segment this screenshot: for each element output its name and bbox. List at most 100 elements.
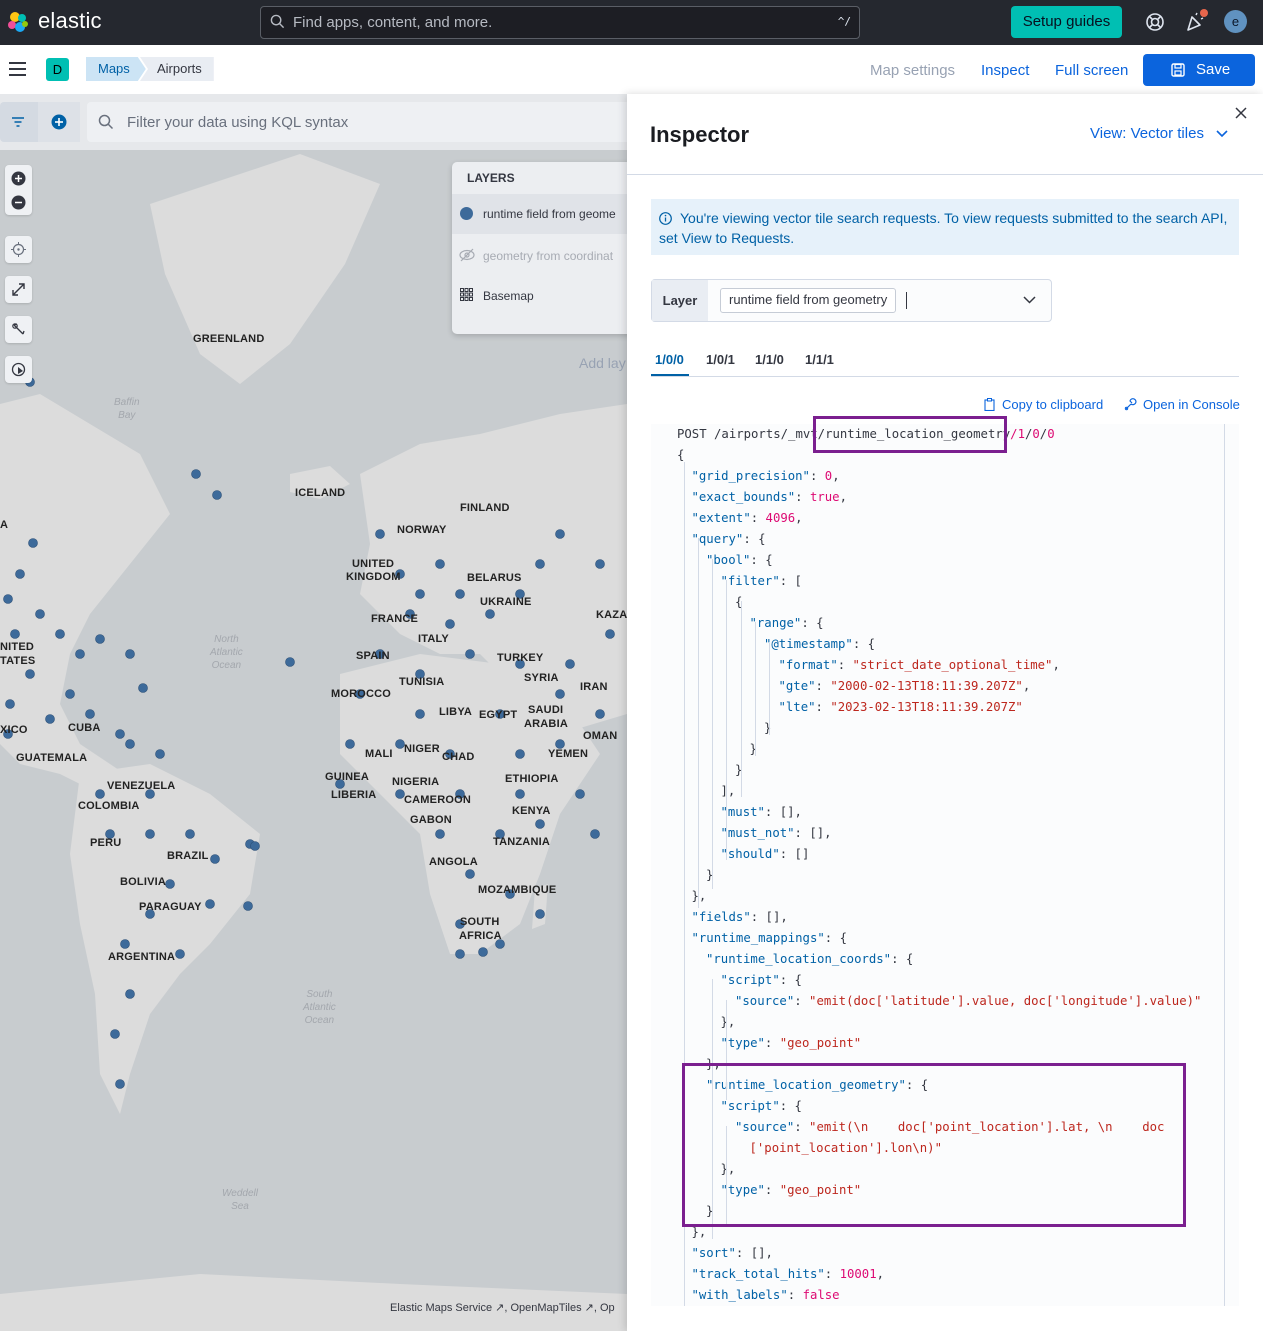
map-label: TUNISIA [399, 676, 445, 688]
global-search-input[interactable]: Find apps, content, and more. ^/ [260, 6, 860, 39]
map-label: GUINEA [325, 771, 369, 783]
zoom-controls [5, 165, 32, 215]
map-label: IRAN [580, 681, 608, 693]
timeslider-button[interactable] [5, 356, 32, 383]
save-button[interactable]: Save [1143, 54, 1255, 86]
code-line: "runtime_location_coords": { [706, 952, 914, 966]
tab-1-1-0[interactable]: 1/1/0 [755, 352, 784, 367]
map-label: MOROCCO [331, 688, 392, 700]
map-label: GABON [410, 814, 452, 826]
layer-select-label: Layer [652, 280, 708, 321]
code-line: "must": [], [720, 805, 802, 819]
layer-label: geometry from coordinat [483, 249, 614, 263]
code-line: "query": { [691, 532, 766, 546]
copy-label: Copy to clipboard [1002, 397, 1104, 412]
help-icon[interactable] [1144, 11, 1166, 33]
breadcrumb-airports: Airports [140, 57, 214, 81]
breadcrumb-maps[interactable]: Maps [86, 57, 146, 81]
elastic-logo-icon[interactable] [6, 10, 30, 34]
user-avatar[interactable]: e [1224, 10, 1247, 33]
inspect-link[interactable]: Inspect [981, 62, 1029, 79]
code-line: "with_labels": false [691, 1288, 840, 1302]
kql-search-input[interactable]: Filter your data using KQL syntax [87, 102, 627, 142]
map-query-bar: Filter your data using KQL syntax [0, 94, 627, 150]
copy-icon [984, 398, 995, 412]
map-attribution[interactable]: Elastic Maps Service ↗, OpenMapTiles ↗, … [390, 1301, 615, 1314]
search-icon [98, 114, 114, 130]
map-label: SAUDI [528, 704, 564, 716]
measure-button[interactable] [5, 316, 32, 343]
map-label: UNITED [352, 558, 395, 570]
layer-row-basemap[interactable]: Basemap [452, 275, 627, 315]
highlight-box-request-field [813, 416, 1007, 453]
map-label: CAMEROON [404, 794, 471, 806]
code-line: "bool": { [706, 553, 773, 567]
copy-to-clipboard-button[interactable]: Copy to clipboard [984, 397, 1103, 412]
chevron-down-icon[interactable] [1023, 296, 1036, 304]
grid-icon [460, 288, 473, 301]
map-label: TATES [0, 655, 36, 667]
map-label: KAZA [596, 609, 627, 621]
search-shortcut-hint: ^/ [837, 15, 851, 28]
tab-1-0-0[interactable]: 1/0/0 [655, 352, 684, 367]
crosshair-icon [11, 242, 26, 257]
map-label: ARABIA [524, 718, 568, 730]
info-callout: You're viewing vector tile search reques… [651, 199, 1239, 255]
indent-guide [769, 643, 770, 735]
layer-label: Basemap [483, 289, 534, 303]
map-label: A [0, 519, 9, 531]
full-screen-link[interactable]: Full screen [1055, 62, 1128, 79]
map-canvas[interactable]: Filter your data using KQL syntax LAYERS… [0, 94, 627, 1331]
setup-guides-button[interactable]: Setup guides [1011, 6, 1122, 38]
notification-dot [1200, 9, 1208, 17]
close-icon[interactable] [1234, 106, 1248, 120]
indent-guide [755, 622, 756, 756]
view-mode-dropdown[interactable]: View: Vector tiles [1090, 125, 1228, 142]
code-line: } [764, 721, 772, 735]
add-layer-button[interactable]: Add lay [579, 355, 626, 371]
map-settings-link[interactable]: Map settings [870, 62, 955, 79]
code-scrollbar[interactable] [1224, 424, 1225, 1306]
code-line: "grid_precision": 0, [691, 469, 840, 483]
map-label: FINLAND [460, 502, 510, 514]
map-label: AFRICA [459, 930, 502, 942]
add-filter-button[interactable] [38, 102, 80, 142]
zoom-in-icon[interactable] [11, 171, 26, 186]
map-label: ARGENTINA [108, 951, 176, 963]
ocean-label: Baffin Bay [114, 397, 140, 421]
filter-options-button[interactable] [0, 102, 38, 142]
space-avatar[interactable]: D [46, 58, 69, 81]
tab-1-0-1[interactable]: 1/0/1 [706, 352, 735, 367]
tab-1-1-1[interactable]: 1/1/1 [805, 352, 834, 367]
map-label: GREENLAND [193, 333, 265, 345]
code-line: "fields": [], [691, 910, 788, 924]
code-line: "@timestamp": { [764, 637, 876, 651]
highlight-box-runtime-geometry [682, 1063, 1186, 1227]
fit-to-data-button[interactable] [5, 276, 32, 303]
layer-select-value[interactable]: runtime field from geometry [720, 288, 897, 313]
app-toolbar: D Maps Airports Map settings Inspect Ful… [0, 45, 1263, 95]
map-label: PERU [90, 837, 122, 849]
clock-play-icon [11, 362, 26, 377]
kql-placeholder: Filter your data using KQL syntax [127, 114, 349, 131]
set-view-button[interactable] [5, 236, 32, 263]
text-cursor [906, 292, 907, 309]
map-label: YEMEN [548, 748, 589, 760]
layer-row-runtime-geometry[interactable]: runtime field from geome [452, 194, 627, 234]
map-label: BELARUS [467, 572, 522, 584]
map-label: EGYPT [479, 709, 518, 721]
open-in-console-button[interactable]: Open in Console [1124, 397, 1240, 412]
layer-select[interactable]: Layer runtime field from geometry [651, 279, 1052, 322]
inspector-flyout: Inspector View: Vector tiles You're view… [627, 94, 1263, 1331]
code-line: "gte": "2000-02-13T18:11:39.207Z", [778, 679, 1031, 693]
layer-row-geometry-coordinates[interactable]: geometry from coordinat [452, 235, 627, 275]
tile-tabs: 1/0/0 1/0/1 1/1/0 1/1/1 [651, 349, 1239, 377]
ocean-label: South Atlantic Ocean [303, 989, 336, 1026]
active-tab-indicator [651, 374, 689, 376]
indent-guide [741, 601, 742, 797]
wrench-icon [1124, 398, 1137, 411]
menu-toggle-icon[interactable] [9, 62, 26, 76]
tile-z: 1 [1017, 427, 1025, 441]
zoom-out-icon[interactable] [11, 195, 26, 210]
brand-name[interactable]: elastic [38, 8, 102, 34]
